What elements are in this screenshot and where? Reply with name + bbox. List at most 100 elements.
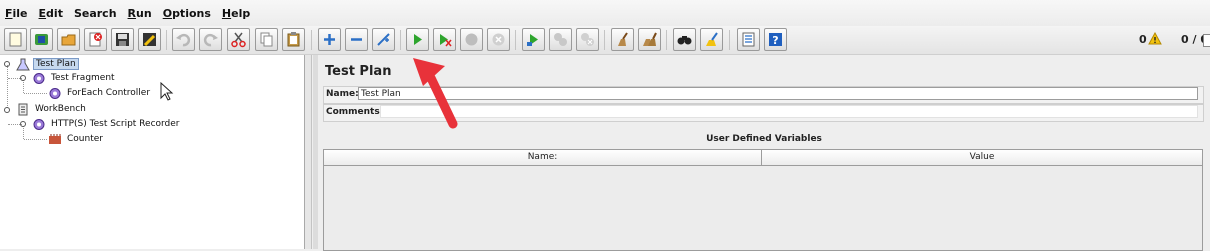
column-header-name[interactable]: Name: <box>324 150 762 166</box>
clear-button[interactable] <box>611 28 634 51</box>
name-field[interactable]: Test Plan <box>358 87 1198 100</box>
tree-node-test-fragment[interactable]: Test Fragment <box>32 71 117 85</box>
tree-node-test-plan[interactable]: Test Plan <box>16 57 79 71</box>
search-button[interactable] <box>673 28 696 51</box>
column-header-value[interactable]: Value <box>762 150 1202 166</box>
start-button[interactable] <box>406 28 429 51</box>
shutdown-icon <box>492 33 505 46</box>
reset-broom-icon <box>706 32 718 46</box>
new-button[interactable] <box>4 28 27 51</box>
mouse-cursor-icon <box>160 82 174 101</box>
toolbar-separator <box>400 30 401 50</box>
close-file-icon <box>89 32 102 47</box>
expand-toggle-icon[interactable] <box>19 74 27 82</box>
controller-gear-icon <box>49 87 61 99</box>
remote-stop-button[interactable] <box>549 28 572 51</box>
new-document-icon <box>9 32 22 47</box>
expand-all-button[interactable] <box>318 28 341 51</box>
open-button[interactable] <box>57 28 80 51</box>
list-icon <box>742 32 755 47</box>
status-indicator <box>1203 34 1210 47</box>
recorder-gear-icon <box>33 118 45 130</box>
templates-button[interactable] <box>30 28 53 51</box>
redo-button[interactable] <box>199 28 222 51</box>
tree-node-foreach-controller[interactable]: ForEach Controller <box>48 86 152 100</box>
plus-icon <box>324 34 335 45</box>
tree-connector <box>24 93 47 94</box>
test-plan-flask-icon <box>16 58 30 70</box>
start-no-pauses-button[interactable] <box>433 28 456 51</box>
broom-icon <box>618 32 628 46</box>
remote-shutdown-icon <box>581 33 594 46</box>
clipboard-icon <box>287 32 300 47</box>
help-icon: ? <box>769 33 782 47</box>
collapse-all-button[interactable] <box>345 28 368 51</box>
menu-bar: File Edit Search Run Options Help <box>0 0 1210 26</box>
toolbar-separator <box>311 30 312 50</box>
paste-button[interactable] <box>282 28 305 51</box>
remote-shutdown-button[interactable] <box>576 28 599 51</box>
remote-start-button[interactable] <box>522 28 545 51</box>
binoculars-icon <box>677 36 692 45</box>
toolbar-separator <box>604 30 605 50</box>
undo-icon <box>176 33 191 47</box>
copy-icon <box>260 32 273 47</box>
comments-row: Comments: <box>323 104 1204 122</box>
clear-all-button[interactable] <box>638 28 661 51</box>
minus-icon <box>351 38 362 41</box>
toolbar: ? <box>0 26 1210 55</box>
broom-all-icon <box>643 32 657 46</box>
user-defined-variables-table[interactable]: Name: Value <box>323 149 1203 251</box>
menu-search[interactable]: Search <box>69 7 123 20</box>
expand-toggle-icon[interactable] <box>3 60 11 68</box>
menu-run[interactable]: Run <box>123 7 158 20</box>
test-plan-tree[interactable]: Test Plan Test Fragment ForEach Controll… <box>0 55 305 249</box>
copy-button[interactable] <box>255 28 278 51</box>
counter-icon <box>49 133 61 144</box>
open-folder-icon <box>61 34 76 46</box>
toggle-button[interactable] <box>372 28 395 51</box>
name-row: Name: Test Plan <box>323 86 1204 104</box>
expand-toggle-icon[interactable] <box>3 106 11 114</box>
stop-button[interactable] <box>460 28 483 51</box>
page-title: Test Plan <box>325 64 392 79</box>
save-edit-icon <box>143 33 156 47</box>
menu-edit[interactable]: Edit <box>34 7 69 20</box>
tree-node-workbench[interactable]: WorkBench <box>16 102 88 116</box>
save-button[interactable] <box>111 28 134 51</box>
name-label: Name: <box>326 89 359 99</box>
user-defined-variables-title: User Defined Variables <box>706 134 822 144</box>
comments-field[interactable] <box>380 105 1198 118</box>
tree-node-counter[interactable]: Counter <box>48 132 105 146</box>
function-helper-button[interactable] <box>737 28 760 51</box>
tree-node-https-recorder[interactable]: HTTP(S) Test Script Recorder <box>32 117 182 131</box>
stop-icon <box>465 33 478 46</box>
panel-splitter[interactable] <box>305 55 312 249</box>
toolbar-separator <box>729 30 730 50</box>
reset-search-button[interactable] <box>700 28 723 51</box>
tree-connector <box>7 65 8 108</box>
redo-icon <box>203 33 218 47</box>
play-no-timers-icon <box>440 34 452 47</box>
workbench-clipboard-icon <box>18 103 28 115</box>
warning-icon[interactable] <box>1148 32 1162 45</box>
undo-button[interactable] <box>172 28 195 51</box>
svg-text:?: ? <box>772 34 778 47</box>
menu-options[interactable]: Options <box>158 7 217 20</box>
cut-button[interactable] <box>227 28 250 51</box>
menu-help[interactable]: Help <box>217 7 256 20</box>
expand-toggle-icon[interactable] <box>19 120 27 128</box>
save-screenshot-button[interactable] <box>138 28 161 51</box>
tree-connector <box>24 139 47 140</box>
test-plan-panel: Test Plan Name: Test Plan Comments: User… <box>318 55 1210 251</box>
shutdown-button[interactable] <box>487 28 510 51</box>
close-button[interactable] <box>84 28 107 51</box>
help-button[interactable]: ? <box>764 28 787 51</box>
menu-file[interactable]: File <box>0 7 34 20</box>
templates-icon <box>35 34 48 45</box>
warning-count: 0 <box>1139 33 1147 46</box>
comments-label: Comments: <box>326 107 384 117</box>
toggle-wand-icon <box>377 33 390 46</box>
scissors-icon <box>231 32 246 48</box>
toolbar-separator <box>515 30 516 50</box>
